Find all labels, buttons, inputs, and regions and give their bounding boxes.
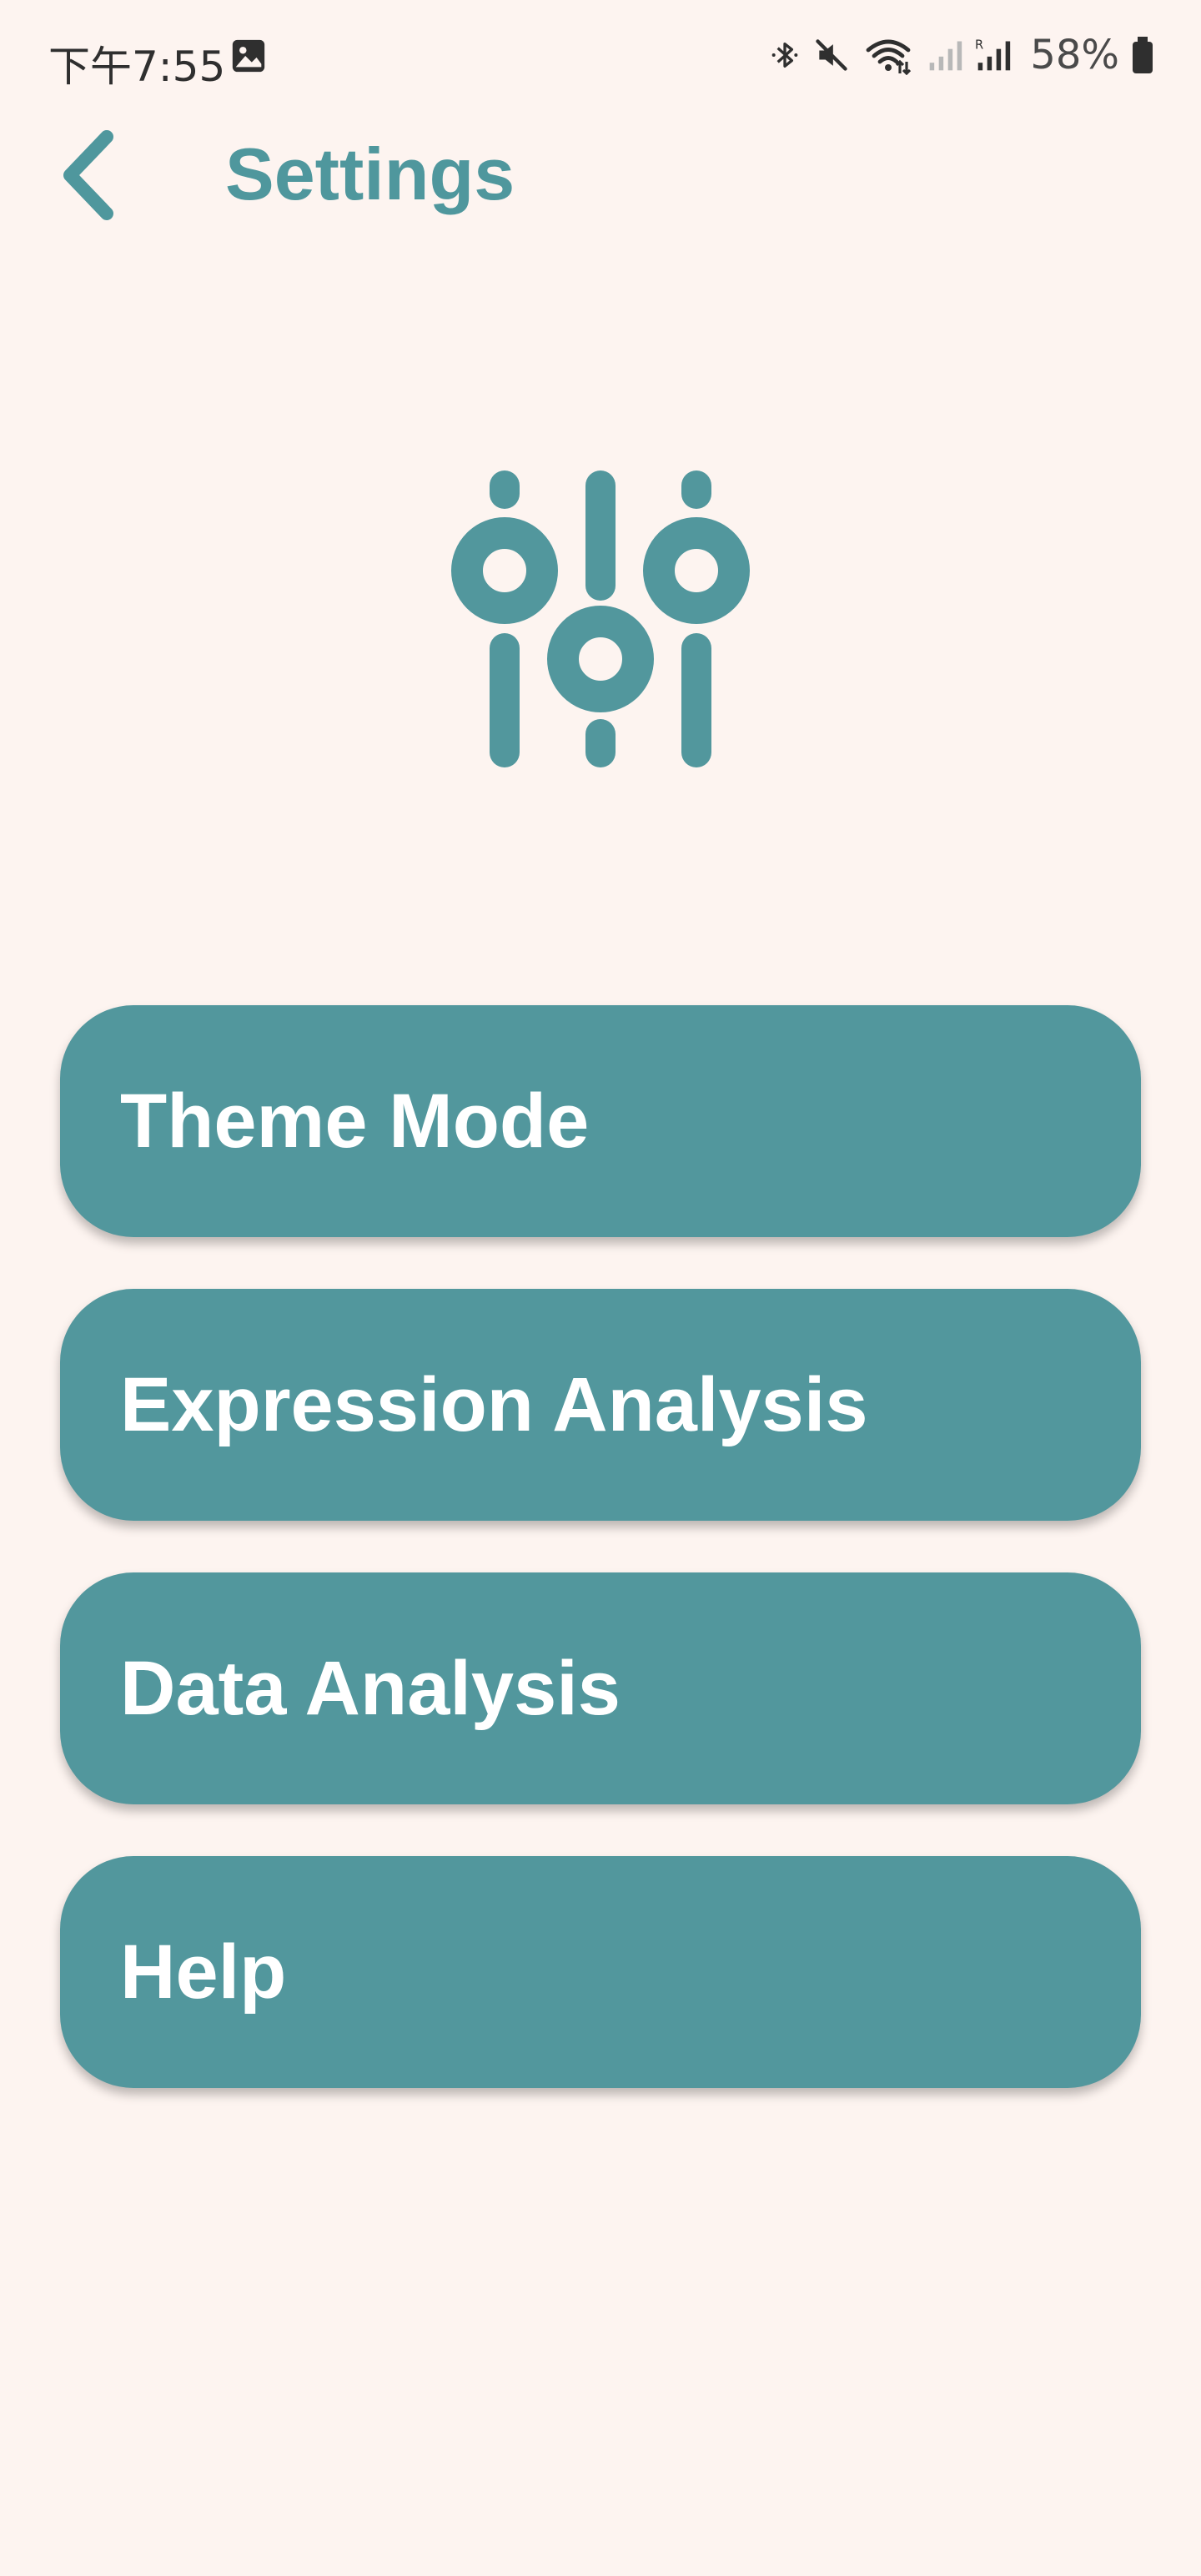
app-header: Settings xyxy=(0,108,1201,242)
status-time: 下午7:55 xyxy=(48,43,226,91)
svg-text:R: R xyxy=(975,38,983,53)
expression-analysis-label: Expression Analysis xyxy=(120,1361,868,1447)
roaming-signal-icon: R xyxy=(975,38,1011,71)
battery-icon xyxy=(1133,37,1153,73)
mute-icon xyxy=(816,39,848,71)
data-analysis-button[interactable]: Data Analysis xyxy=(60,1572,1141,1804)
help-label: Help xyxy=(120,1929,287,2015)
battery-percentage: 58% xyxy=(1030,32,1119,78)
expression-analysis-button[interactable]: Expression Analysis xyxy=(60,1289,1141,1521)
image-icon xyxy=(232,39,265,73)
bluetooth-icon xyxy=(771,43,798,68)
data-analysis-label: Data Analysis xyxy=(120,1645,621,1731)
wifi-icon xyxy=(866,39,912,75)
status-bar: 下午7:55 R 58% xyxy=(0,0,1201,108)
signal-icon xyxy=(929,41,962,71)
settings-menu: Theme Mode Expression Analysis Data Anal… xyxy=(60,1005,1141,2140)
status-icons: R 58% xyxy=(768,30,1154,80)
page-title: Settings xyxy=(225,133,515,215)
sliders-icon xyxy=(451,470,750,767)
theme-mode-label: Theme Mode xyxy=(120,1078,590,1164)
theme-mode-button[interactable]: Theme Mode xyxy=(60,1005,1141,1237)
back-button[interactable] xyxy=(52,125,127,225)
help-button[interactable]: Help xyxy=(60,1856,1141,2088)
chevron-left-icon xyxy=(63,130,113,220)
